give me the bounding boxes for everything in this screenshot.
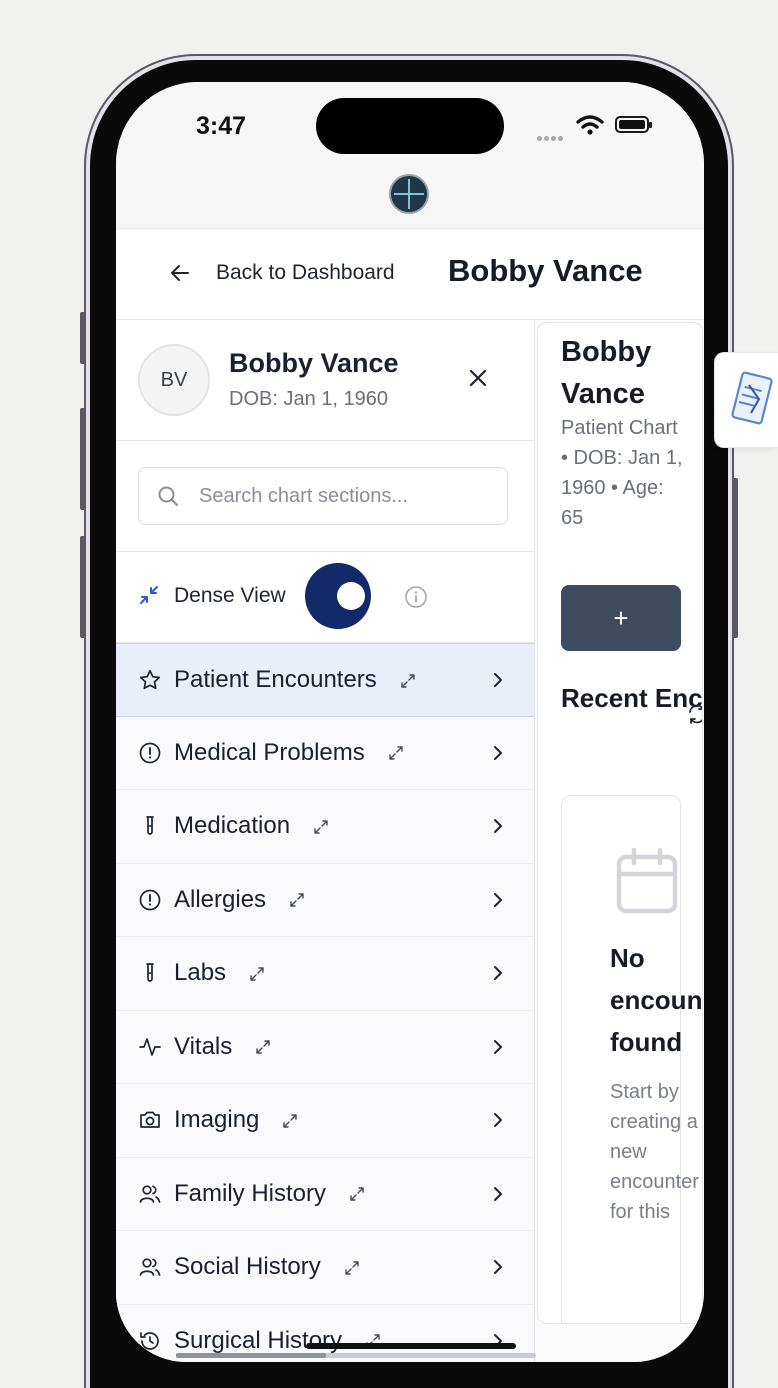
calendar-icon xyxy=(616,848,678,914)
action-button xyxy=(80,312,86,364)
expand-icon[interactable] xyxy=(348,1185,366,1203)
sidebar-item-allergies[interactable]: Allergies xyxy=(116,863,534,937)
sidebar-item-imaging[interactable]: Imaging xyxy=(116,1084,534,1158)
patient-summary: BV Bobby Vance DOB: Jan 1, 1960 xyxy=(116,320,534,441)
sidebar-item-label: Vitals xyxy=(174,1032,233,1060)
test-tube-icon xyxy=(146,816,154,835)
camera-icon xyxy=(140,1111,160,1128)
dense-view-label: Dense View xyxy=(174,584,286,607)
notes-icon xyxy=(731,371,773,425)
expand-icon[interactable] xyxy=(343,1259,361,1277)
empty-state-subtitle: Start by creating a new encounter for th… xyxy=(610,1081,699,1223)
patient-name: Bobby Vance xyxy=(229,348,399,378)
sidebar-item-medication[interactable]: Medication xyxy=(116,790,534,864)
add-encounter-button[interactable]: + xyxy=(561,585,681,651)
patient-chart-card: Bobby Vance Patient Chart • DOB: Jan 1, … xyxy=(537,322,703,1324)
chart-subtitle: Patient Chart • DOB: Jan 1, 1960 • Age: … xyxy=(561,417,683,529)
chevron-right-icon xyxy=(494,966,502,980)
app-logo-icon[interactable] xyxy=(389,174,429,214)
chart-sidebar: BV Bobby Vance DOB: Jan 1, 1960 Search c… xyxy=(116,320,535,1362)
expand-icon[interactable] xyxy=(254,1038,272,1056)
toggle-knob xyxy=(337,582,365,610)
alert-circle-icon xyxy=(139,889,161,910)
sidebar-item-medical-problems[interactable]: Medical Problems xyxy=(116,716,534,790)
expand-icon[interactable] xyxy=(281,1112,299,1130)
expand-icon[interactable] xyxy=(399,672,417,690)
status-bar: 3:47 xyxy=(116,82,704,229)
chart-section-list: Patient Encounters Medical Problems Medi… xyxy=(116,643,534,1362)
alert-circle-icon xyxy=(139,742,161,763)
info-icon[interactable] xyxy=(404,585,428,609)
sidebar-item-label: Patient Encounters xyxy=(174,666,377,693)
close-sidebar-button[interactable] xyxy=(460,360,496,396)
cellular-signal-icon xyxy=(537,128,569,141)
sidebar-item-label: Medication xyxy=(174,812,291,839)
volume-up-button xyxy=(80,408,86,510)
recent-encounters-heading: Recent Encounters xyxy=(561,683,703,713)
refresh-icon[interactable] xyxy=(686,703,703,725)
chevron-right-icon xyxy=(494,819,502,833)
sidebar-item-patient-encounters[interactable]: Patient Encounters xyxy=(116,643,534,717)
arrow-left-icon[interactable] xyxy=(168,261,192,285)
chevron-right-icon xyxy=(494,892,502,907)
volume-down-button xyxy=(80,536,86,638)
page-header: Back to Dashboard Bobby Vance xyxy=(116,229,704,320)
search-section xyxy=(116,441,534,552)
sidebar-item-family-history[interactable]: Family History xyxy=(116,1157,534,1231)
empty-state-title: No encounters found xyxy=(610,943,703,1057)
sidebar-item-social-history[interactable]: Social History xyxy=(116,1231,534,1305)
chevron-right-icon xyxy=(494,1260,502,1274)
home-indicator[interactable] xyxy=(306,1343,516,1349)
dense-view-row: Dense View xyxy=(116,552,534,643)
expand-icon[interactable] xyxy=(288,891,306,909)
floating-notes-button[interactable] xyxy=(714,352,778,448)
collapse-arrows-icon xyxy=(140,586,158,604)
chevron-right-icon xyxy=(494,1039,502,1054)
scrollbar-thumb[interactable] xyxy=(176,1353,326,1358)
chevron-right-icon xyxy=(494,745,502,760)
sidebar-item-label: Medical Problems xyxy=(174,738,365,766)
chevron-right-icon xyxy=(494,1113,502,1127)
sidebar-item-vitals[interactable]: Vitals xyxy=(116,1010,534,1084)
sidebar-item-label: Labs xyxy=(174,959,227,986)
page-title: Bobby Vance xyxy=(448,253,643,288)
search-icon xyxy=(158,486,178,506)
sidebar-item-labs[interactable]: Labs xyxy=(116,937,534,1011)
patient-dob: DOB: Jan 1, 1960 xyxy=(229,388,388,410)
search-input[interactable] xyxy=(199,468,499,524)
users-icon xyxy=(139,1184,161,1203)
sidebar-item-label: Imaging xyxy=(174,1106,260,1133)
sidebar-item-label: Family History xyxy=(174,1179,327,1207)
phone-screen: 3:47 Back to Dashboard Bobby Vance BV Bo… xyxy=(116,82,704,1362)
expand-icon[interactable] xyxy=(387,744,405,762)
search-box xyxy=(138,467,508,525)
sidebar-item-label: Allergies xyxy=(174,885,267,913)
power-button xyxy=(732,478,738,638)
chevron-right-icon xyxy=(494,673,502,687)
expand-icon[interactable] xyxy=(248,965,266,983)
battery-icon xyxy=(615,116,652,133)
sidebar-item-label: Social History xyxy=(174,1253,321,1280)
wifi-icon xyxy=(576,115,604,135)
dynamic-island xyxy=(316,98,504,154)
star-icon xyxy=(139,669,161,690)
chart-patient-name: Bobby Vance xyxy=(561,336,652,410)
sidebar-item-label: Surgical History xyxy=(174,1326,343,1354)
close-icon xyxy=(469,369,487,387)
chevron-right-icon xyxy=(494,1186,502,1201)
users-icon xyxy=(139,1258,161,1276)
activity-icon xyxy=(139,1037,161,1056)
dense-view-toggle[interactable] xyxy=(305,563,371,629)
main-content: Bobby Vance Patient Chart • DOB: Jan 1, … xyxy=(535,320,704,1362)
status-time: 3:47 xyxy=(196,112,247,140)
expand-icon[interactable] xyxy=(312,818,330,836)
test-tube-icon xyxy=(146,963,154,982)
back-to-dashboard-link[interactable]: Back to Dashboard xyxy=(216,261,395,285)
history-icon xyxy=(140,1331,159,1350)
avatar: BV xyxy=(138,344,210,416)
